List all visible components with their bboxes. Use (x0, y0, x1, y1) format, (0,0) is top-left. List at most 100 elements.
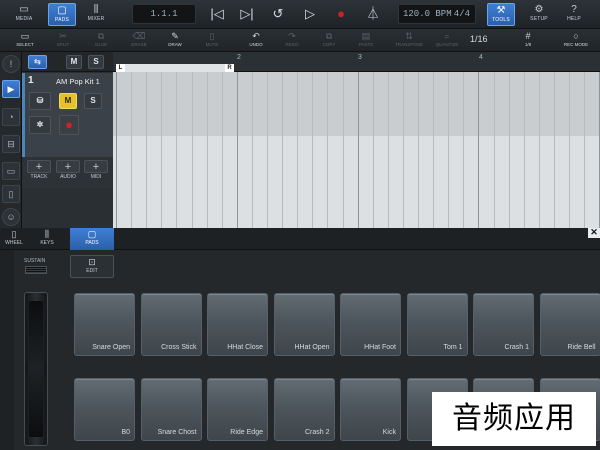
play-button[interactable]: ▷ (297, 4, 323, 24)
drum-pad[interactable]: Snare Open (74, 293, 135, 356)
global-mute-button[interactable]: M (66, 55, 82, 69)
tools-button[interactable]: ⚒ TOOLS (487, 3, 515, 26)
drum-pad[interactable]: Snare Chost (140, 378, 202, 441)
track-mute-button[interactable]: M (59, 93, 77, 109)
drum-pad[interactable]: HHat Foot (340, 293, 401, 356)
grid-line (131, 72, 132, 228)
select-tool[interactable]: ▭ SELECT (8, 30, 42, 51)
grid-line (312, 72, 313, 228)
tempo-value: 120.0 BPM (403, 9, 452, 19)
drum-pad[interactable]: B0 (74, 378, 135, 441)
loop-browser-button[interactable]: ☺ (2, 208, 20, 226)
undo-button[interactable]: ↶ UNDO (239, 30, 273, 51)
paste-button[interactable]: ▤ PASTE (349, 30, 383, 51)
plugin-button[interactable]: ⊟ (2, 135, 20, 153)
rewind-start-button[interactable]: |◁ (204, 4, 230, 24)
add-track-button[interactable]: + TRACK (27, 160, 51, 182)
inspector-button[interactable]: ▶ (2, 80, 20, 98)
tab-pads[interactable]: ▢ PADS (70, 228, 114, 250)
mod-wheel[interactable] (24, 292, 48, 446)
close-pad-area-button[interactable]: ✕ (588, 228, 600, 238)
drum-pad[interactable]: Ride Edge (207, 378, 268, 441)
sustain-pedal[interactable] (25, 266, 47, 274)
drum-pad[interactable]: HHat Close (207, 293, 268, 356)
redo-button[interactable]: ↷ REDO (275, 30, 309, 51)
grid-line (267, 72, 268, 228)
quantize-button[interactable]: ⌕ QUANTIZE (430, 30, 464, 51)
track-add-bar: + TRACK + AUDIO + MIDI (22, 157, 113, 188)
pad-view-button[interactable]: ▭ (2, 162, 20, 180)
track-lane[interactable] (113, 72, 600, 136)
quantize-icon: ⌕ (444, 31, 450, 41)
close-icon: ✕ (590, 227, 598, 237)
track-fx-button[interactable]: ✲ (29, 116, 51, 134)
drum-pad-label: Ride Bell (567, 344, 596, 351)
mixer-button[interactable]: ⫼ MIXER (82, 3, 110, 26)
loop-left-marker[interactable]: L (116, 64, 125, 72)
track-solo-button[interactable]: S (84, 93, 102, 109)
rec-mode-button[interactable]: ○ REC MODE (556, 30, 596, 51)
arrange-timeline[interactable]: 2 3 4 L R (113, 52, 600, 228)
erase-tool[interactable]: ⌫ ERASE (122, 30, 156, 51)
drum-kit-button[interactable]: ⛁ (29, 92, 51, 110)
info-button[interactable]: ! (2, 55, 20, 73)
rec-mode-icon: ○ (573, 31, 579, 41)
add-midi-button[interactable]: + MIDI (84, 160, 108, 182)
select-icon: ▭ (20, 31, 30, 41)
split-tool[interactable]: ✂ SPLIT (46, 30, 80, 51)
tab-wheel[interactable]: ▯ WHEEL (0, 228, 28, 250)
wheel-icon: ▯ (11, 229, 17, 239)
setup-button[interactable]: ⚙ SETUP (525, 3, 553, 26)
tempo-display[interactable]: 120.0 BPM 4/4 (398, 4, 476, 24)
empty-lane[interactable] (113, 136, 600, 228)
pads-button[interactable]: ▢ PADS (48, 3, 76, 26)
drum-pad[interactable]: HHat Open (273, 293, 335, 356)
position-display[interactable]: 1.1.1 (132, 4, 196, 24)
mixer-icon: ⫼ (93, 4, 99, 15)
record-button[interactable]: ● (328, 4, 354, 24)
add-audio-button[interactable]: + AUDIO (56, 160, 80, 182)
ruler-bar-4: 4 (479, 54, 483, 61)
transpose-button[interactable]: ⇅ TRANSPOSE (392, 30, 426, 51)
global-solo-button[interactable]: S (88, 55, 104, 69)
quantize-value[interactable]: 1/16 (470, 34, 488, 44)
drum-pad[interactable]: Cross Stick (140, 293, 202, 356)
top-toolbar: ▭ MEDIA ▢ PADS ⫼ MIXER 1.1.1 |◁ ▷| ↺ ▷ ●… (0, 0, 600, 29)
glue-tool[interactable]: ⧉ GLUE (84, 30, 118, 51)
device-button[interactable]: ▯ (2, 185, 20, 203)
grid-line (282, 72, 283, 228)
track-settings-button[interactable]: ⇆ (28, 55, 47, 69)
track-record-arm-button[interactable]: ● (59, 115, 79, 135)
help-button[interactable]: ? HELP (560, 3, 588, 26)
loop-range[interactable] (116, 64, 234, 72)
loop-right-marker[interactable]: R (225, 64, 234, 72)
loop-button[interactable]: ↺ (265, 4, 291, 24)
drum-pad[interactable]: Tom 1 (406, 293, 468, 356)
track-name[interactable]: AM Pop Kit 1 (56, 77, 100, 86)
timeline-ruler[interactable]: 2 3 4 L R (113, 52, 600, 72)
track-row[interactable]: 1 AM Pop Kit 1 ⛁ M S ✲ ● + TRACK + AUDIO… (22, 73, 113, 188)
grid-line (388, 72, 389, 228)
drum-pad[interactable]: Ride Bell (539, 293, 600, 356)
mute-tool[interactable]: ▯ MUTE (195, 30, 229, 51)
instrument-button[interactable]: ◔ (2, 108, 20, 126)
drum-pad[interactable]: Crash 1 (473, 293, 534, 356)
skip-forward-button[interactable]: ▷| (234, 4, 260, 24)
drum-pad[interactable]: Crash 2 (273, 378, 335, 441)
grid-line (494, 72, 495, 228)
grid-line (207, 72, 208, 228)
tab-keys[interactable]: ⫼ KEYS (32, 228, 62, 250)
draw-tool[interactable]: ✎ DRAW (158, 30, 192, 51)
record-arm-icon: ● (65, 117, 73, 132)
drum-pad[interactable]: Kick (340, 378, 401, 441)
grid-line (252, 72, 253, 228)
copy-icon: ⧉ (325, 31, 333, 41)
copy-button[interactable]: ⧉ COPY (312, 30, 346, 51)
grid-line (343, 72, 344, 228)
media-button[interactable]: ▭ MEDIA (10, 3, 38, 26)
drum-pad-label: Cross Stick (161, 344, 197, 351)
drum-icon: ⛁ (36, 96, 44, 105)
metronome-button[interactable]: ⏃ (360, 4, 386, 24)
pad-edit-button[interactable]: ⊡ EDIT (70, 255, 114, 278)
grid-button[interactable]: # 1/8 (511, 30, 545, 51)
